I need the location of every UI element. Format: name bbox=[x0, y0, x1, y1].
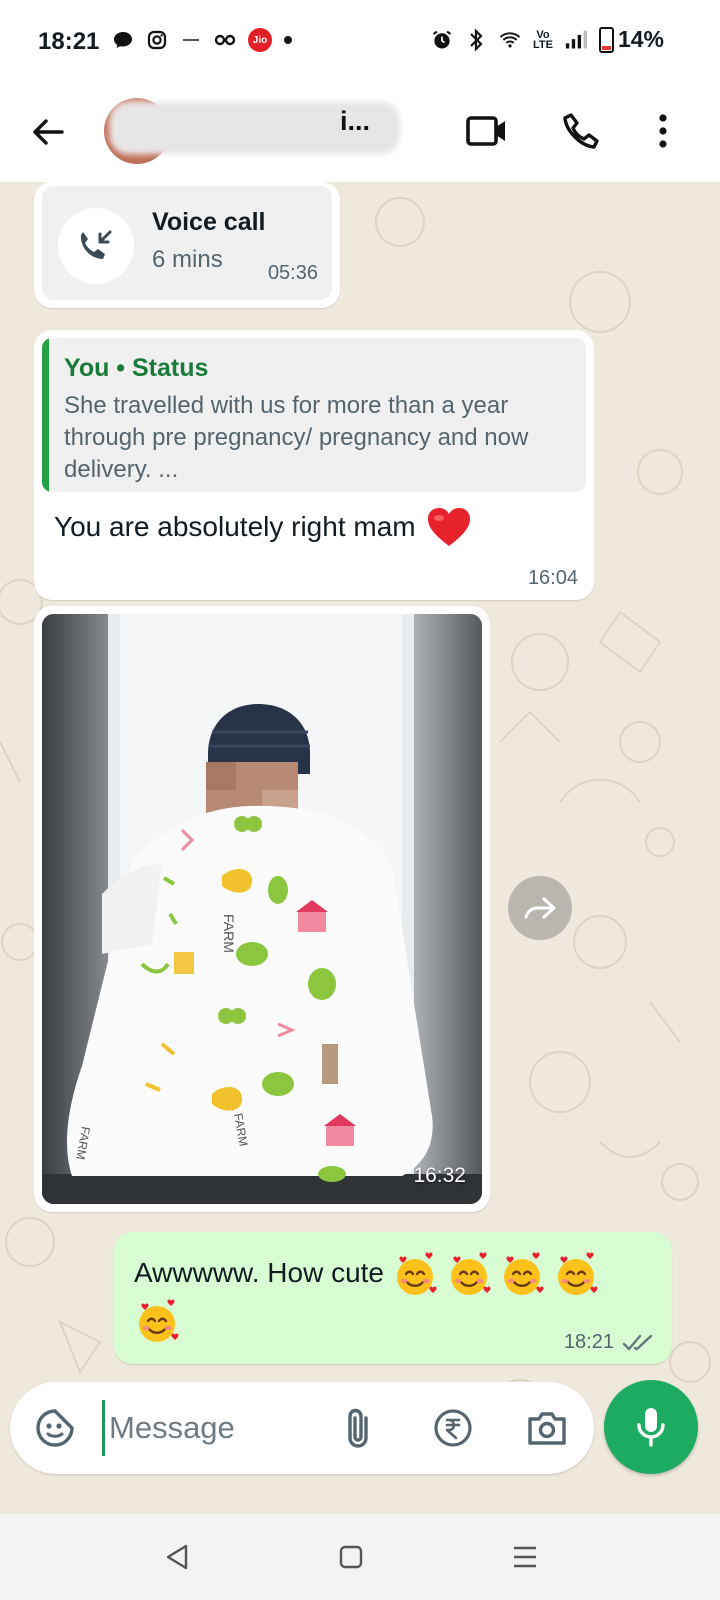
message-time: 05:36 bbox=[267, 262, 318, 284]
sticker-button[interactable] bbox=[32, 1405, 78, 1451]
message-text: Awwwww. How cute bbox=[134, 1257, 385, 1288]
phone-icon bbox=[563, 113, 599, 149]
camera-icon bbox=[528, 1412, 566, 1445]
mic-icon bbox=[637, 1408, 665, 1447]
image-message[interactable]: FARM FARM FARM 16:32 bbox=[34, 606, 490, 1212]
call-log-message[interactable]: Voice call 6 mins 05:36 bbox=[34, 182, 340, 308]
signal-icon bbox=[565, 29, 587, 51]
quote-accent-bar bbox=[42, 338, 49, 492]
quote-text: She travelled with us for more than a ye… bbox=[64, 392, 529, 483]
voice-call-button[interactable] bbox=[556, 106, 606, 156]
nav-back-icon bbox=[166, 1544, 188, 1570]
sticker-icon bbox=[36, 1409, 74, 1447]
chat-header: i... bbox=[0, 84, 720, 182]
call-duration: 6 mins bbox=[152, 246, 223, 273]
chat-bubble-icon bbox=[112, 29, 134, 51]
nav-recents-icon bbox=[514, 1546, 536, 1568]
back-button[interactable] bbox=[26, 110, 70, 154]
nav-recents-button[interactable] bbox=[500, 1534, 550, 1580]
video-call-icon bbox=[466, 116, 505, 146]
small-app-icon bbox=[180, 29, 202, 51]
quote-title: You • Status bbox=[64, 354, 209, 382]
chat-area[interactable]: Voice call 6 mins 05:36 You • Status She… bbox=[0, 182, 720, 1514]
status-time: 18:21 bbox=[38, 28, 100, 55]
volte-icon: Vo LTE bbox=[532, 28, 553, 51]
forward-button[interactable] bbox=[508, 876, 572, 940]
link-icon bbox=[214, 29, 236, 51]
smiling-face-with-hearts-icon bbox=[450, 1252, 491, 1295]
status-bar: 18:21 Jio Vo LTE 14% bbox=[0, 0, 720, 84]
notification-icons: Jio bbox=[112, 28, 292, 52]
message-time: 16:04 bbox=[527, 567, 578, 589]
rupee-payment-icon bbox=[434, 1409, 472, 1447]
message-time: 16:32 bbox=[413, 1164, 466, 1187]
message-input[interactable] bbox=[102, 1400, 322, 1456]
battery-icon: 14% bbox=[598, 26, 664, 53]
attach-icon bbox=[348, 1408, 368, 1448]
nav-home-button[interactable] bbox=[326, 1534, 376, 1580]
read-receipt-icon bbox=[622, 1334, 653, 1350]
message-text: You are absolutely right mam bbox=[54, 511, 416, 542]
message-time: 18:21 bbox=[563, 1331, 614, 1353]
voice-message-button[interactable] bbox=[604, 1380, 698, 1474]
wifi-icon bbox=[499, 29, 521, 51]
forward-icon bbox=[524, 897, 556, 919]
more-options-button[interactable] bbox=[638, 106, 688, 156]
smiling-face-with-hearts-icon bbox=[558, 1252, 598, 1295]
smiling-face-with-hearts-icon bbox=[504, 1252, 544, 1295]
attach-button[interactable] bbox=[336, 1405, 382, 1451]
call-card: Voice call 6 mins 05:36 bbox=[42, 186, 332, 300]
missed-call-arrow-icon bbox=[80, 230, 112, 259]
message-meta: 18:21 bbox=[564, 1331, 656, 1354]
message-body: You are absolutely right mam bbox=[54, 506, 472, 548]
jio-icon: Jio bbox=[248, 28, 272, 52]
video-call-button[interactable] bbox=[462, 106, 512, 156]
message-body: Awwwww. How cute bbox=[134, 1250, 614, 1345]
bluetooth-icon bbox=[465, 27, 487, 52]
incoming-message[interactable]: You • Status She travelled with us for m… bbox=[34, 330, 594, 600]
outgoing-message[interactable]: Awwwww. How cute 18:21 bbox=[114, 1232, 672, 1364]
alarm-icon bbox=[431, 29, 453, 51]
call-icon-circle bbox=[58, 208, 134, 284]
dot-icon bbox=[284, 36, 292, 44]
compose-bar bbox=[10, 1382, 594, 1474]
battery-percent: 14% bbox=[617, 26, 664, 52]
call-title: Voice call bbox=[152, 208, 266, 236]
smiling-face-with-hearts-icon bbox=[139, 1299, 179, 1343]
nav-back-button[interactable] bbox=[152, 1534, 202, 1580]
photo-content: FARM FARM FARM bbox=[42, 614, 482, 1204]
system-nav-bar bbox=[0, 1514, 720, 1600]
contact-name[interactable]: i... bbox=[340, 106, 370, 137]
baby-photo[interactable]: FARM FARM FARM 16:32 bbox=[42, 614, 482, 1204]
payment-button[interactable] bbox=[430, 1405, 476, 1451]
back-arrow-icon bbox=[33, 119, 64, 145]
nav-home-icon bbox=[339, 1545, 363, 1569]
more-vert-icon bbox=[659, 114, 667, 148]
quoted-status[interactable]: You • Status She travelled with us for m… bbox=[42, 338, 586, 492]
blanket-print-text: FARM bbox=[221, 914, 237, 953]
system-icons: Vo LTE 14% bbox=[431, 26, 664, 53]
camera-button[interactable] bbox=[524, 1405, 570, 1451]
smiling-face-with-hearts-icon bbox=[396, 1252, 437, 1295]
instagram-icon bbox=[146, 29, 168, 51]
heart-icon bbox=[427, 508, 470, 546]
